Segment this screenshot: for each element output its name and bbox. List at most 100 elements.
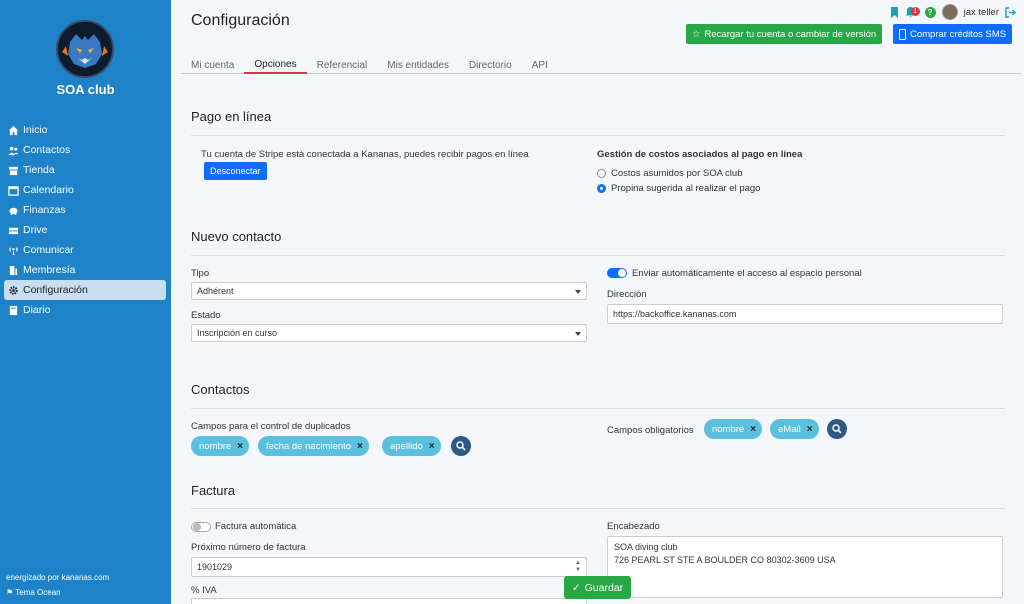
tab-api[interactable]: API (522, 56, 558, 74)
chip-label: nombre (712, 423, 745, 435)
divider (191, 135, 1005, 136)
vat-label: % IVA (191, 585, 217, 596)
chevron-down-icon (575, 290, 581, 294)
close-icon[interactable]: × (429, 441, 435, 452)
club-logo (56, 20, 114, 78)
sidebar: SOA club Inicio Contactos Tienda Calenda… (0, 0, 171, 604)
section-title-factura: Factura (191, 483, 236, 498)
tab-referencial[interactable]: Referencial (307, 56, 378, 74)
store-icon (8, 166, 19, 175)
check-icon: ✓ (571, 581, 581, 594)
chip-req-nombre[interactable]: nombre × (704, 419, 763, 439)
chip-dup-nombre[interactable]: nombre × (191, 436, 250, 456)
chip-dup-fecha[interactable]: fecha de nacimiento × (258, 436, 369, 456)
piggy-bank-icon (9, 207, 18, 215)
sidebar-item-label: Configuración (23, 284, 88, 296)
user-name[interactable]: jax teller (964, 7, 999, 18)
next-number-input[interactable]: 1901029 ▲ ▼ (191, 557, 587, 577)
page-title: Configuración (191, 12, 290, 29)
next-number-label: Próximo número de factura (191, 542, 306, 553)
estado-value: Inscripción en curso (197, 328, 278, 338)
close-icon[interactable]: × (237, 441, 243, 452)
top-bar: 1 ? jax teller (890, 4, 1016, 20)
tab-mi-cuenta[interactable]: Mi cuenta (181, 56, 244, 74)
vat-input[interactable] (191, 598, 587, 604)
number-stepper-icon[interactable]: ▲ ▼ (575, 560, 581, 574)
divider (191, 408, 1005, 409)
costs-title: Gestión de costos asociados al pago en l… (597, 149, 803, 160)
theme-link[interactable]: ⚑ Tema Ocean (6, 588, 61, 597)
help-icon[interactable]: ? (924, 6, 936, 18)
auto-invoice-toggle[interactable] (191, 522, 211, 532)
tab-directorio[interactable]: Directorio (459, 56, 522, 74)
close-icon[interactable]: × (807, 424, 813, 435)
bookmark-icon[interactable] (890, 6, 899, 18)
chip-req-email[interactable]: eMail × (770, 419, 819, 439)
home-icon (8, 125, 19, 135)
save-button[interactable]: ✓ Guardar (564, 576, 631, 599)
club-name: SOA club (56, 82, 115, 97)
radio-tip-suggested[interactable]: Propina sugerida al realizar el pago (597, 183, 760, 194)
header-textarea[interactable]: SOA diving club 726 PEARL ST STE A BOULD… (607, 536, 1003, 598)
disconnect-button[interactable]: Desconectar (204, 162, 267, 180)
toggle-knob (193, 523, 201, 531)
sidebar-nav: Inicio Contactos Tienda Calendario Finan… (4, 120, 166, 320)
avatar[interactable] (941, 4, 958, 20)
close-icon[interactable]: × (750, 424, 756, 435)
sidebar-item-contactos[interactable]: Contactos (4, 140, 166, 160)
radio-costs-assumed[interactable]: Costos asumidos por SOA club (597, 168, 742, 179)
close-icon[interactable]: × (357, 441, 363, 452)
chevron-down-icon (575, 332, 581, 336)
buy-sms-button[interactable]: Comprar créditos SMS (893, 24, 1013, 44)
section-title-contactos: Contactos (191, 382, 250, 397)
sidebar-item-calendario[interactable]: Calendario (4, 180, 166, 200)
chip-label: fecha de nacimiento (266, 440, 352, 452)
drive-icon (8, 227, 19, 234)
estado-select[interactable]: Inscripción en curso (191, 324, 587, 342)
direccion-label: Dirección (607, 289, 647, 300)
sidebar-item-diario[interactable]: Diario (4, 300, 166, 320)
bell-button[interactable]: 1 (905, 6, 920, 18)
mobile-icon (899, 28, 906, 40)
divider (191, 255, 1005, 256)
sidebar-item-tienda[interactable]: Tienda (4, 160, 166, 180)
save-label: Guardar (584, 581, 624, 594)
tipo-select[interactable]: Adhérent (191, 282, 587, 300)
sidebar-item-label: Membresía (23, 264, 76, 276)
auto-access-toggle[interactable] (607, 268, 627, 278)
logout-icon[interactable] (1005, 6, 1016, 18)
sidebar-item-drive[interactable]: Drive (4, 220, 166, 240)
duplicates-label: Campos para el control de duplicados (191, 421, 351, 432)
sidebar-item-membresia[interactable]: Membresía (4, 260, 166, 280)
journal-icon (9, 305, 18, 315)
header-label: Encabezado (607, 521, 660, 532)
chip-dup-apellido[interactable]: apellido × (382, 436, 441, 456)
tipo-value: Adhérent (197, 286, 234, 296)
direccion-input[interactable]: https://backoffice.kananas.com (607, 304, 1003, 324)
calendar-icon (8, 185, 19, 196)
sidebar-item-configuracion[interactable]: Configuración (4, 280, 166, 300)
estado-label: Estado (191, 310, 221, 321)
add-duplicate-field-button[interactable] (451, 436, 471, 456)
tab-opciones[interactable]: Opciones (244, 56, 307, 74)
section-title-pago: Pago en línea (191, 109, 272, 124)
sidebar-item-label: Tienda (23, 164, 55, 176)
sidebar-item-comunicar[interactable]: Comunicar (4, 240, 166, 260)
divider (191, 508, 1005, 509)
tab-mis-entidades[interactable]: Mis entidades (377, 56, 459, 74)
recharge-button[interactable]: ☆ Recargar tu cuenta o cambiar de versió… (686, 24, 883, 44)
tipo-label: Tipo (191, 268, 210, 279)
radio-label: Costos asumidos por SOA club (611, 168, 743, 179)
sidebar-item-inicio[interactable]: Inicio (4, 120, 166, 140)
powered-by: energizado por kananas.com (6, 573, 110, 582)
chip-label: eMail (778, 423, 801, 435)
add-required-field-button[interactable] (827, 419, 847, 439)
gear-icon (9, 285, 18, 295)
section-title-nuevo-contacto: Nuevo contacto (191, 229, 282, 244)
sidebar-item-finanzas[interactable]: Finanzas (4, 200, 166, 220)
paint-roller-icon: ⚑ (6, 588, 14, 597)
chip-label: nombre (199, 440, 232, 452)
required-fields-label: Campos obligatorios (607, 425, 694, 436)
sidebar-item-label: Drive (23, 224, 48, 236)
sidebar-item-label: Finanzas (23, 204, 66, 216)
